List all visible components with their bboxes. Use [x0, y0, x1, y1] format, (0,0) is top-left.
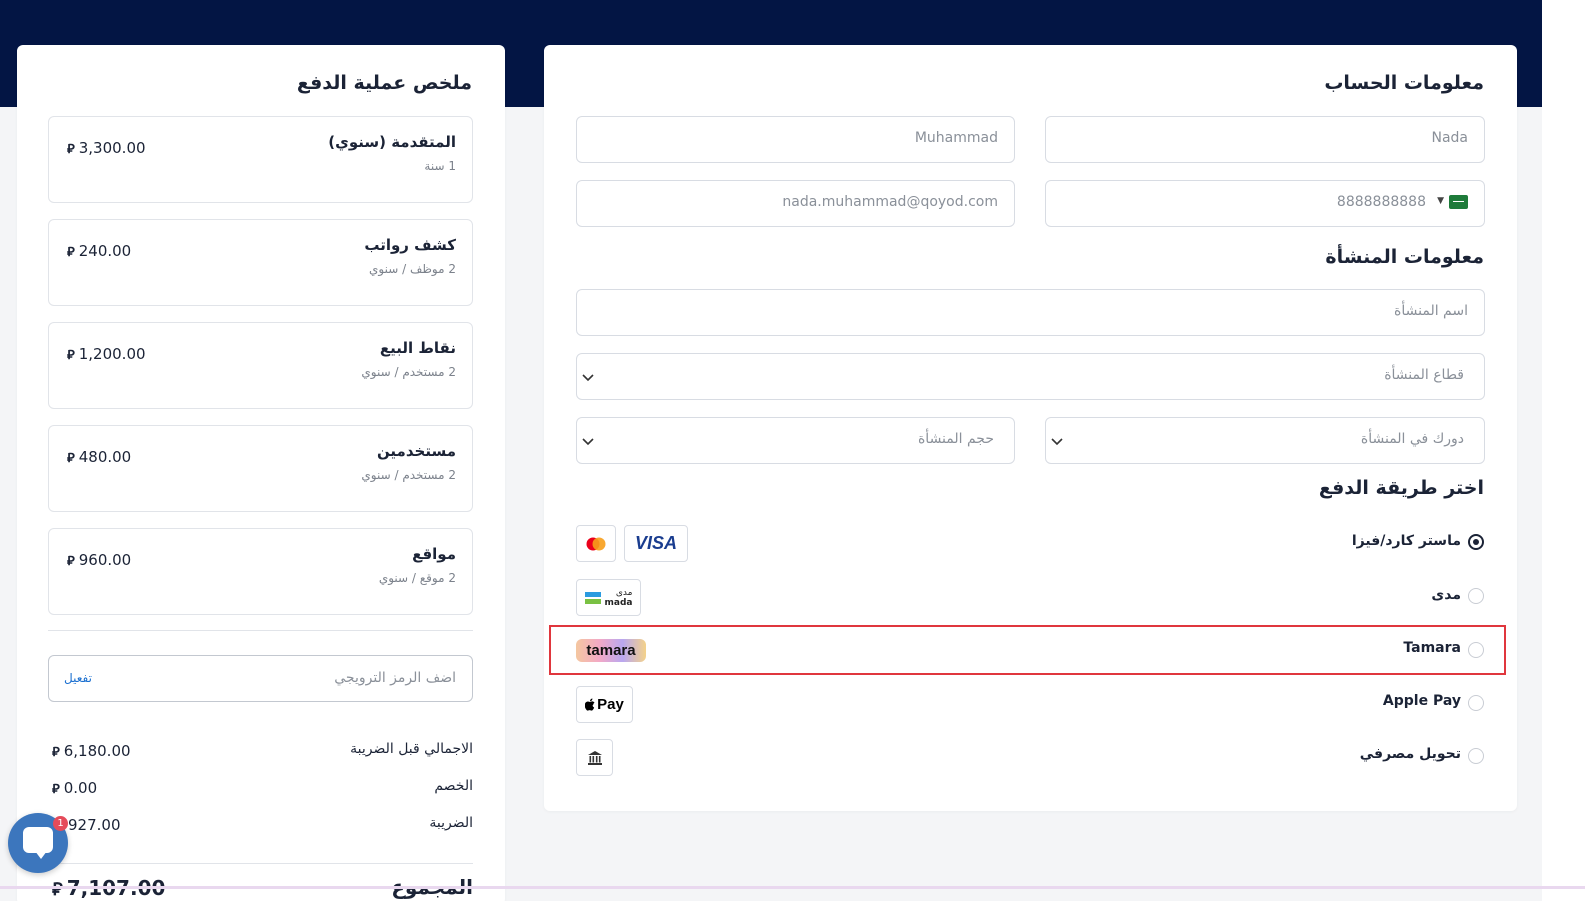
- organization-name-input[interactable]: اسم المنشأة: [576, 289, 1485, 336]
- riyal-icon: ⃁: [52, 745, 60, 760]
- role-placeholder: دورك في المنشأة: [1360, 431, 1464, 447]
- apple-pay-logo-badge: Pay: [576, 686, 633, 723]
- chevron-down-icon: [582, 438, 594, 446]
- tax-row: الضريبة 927.00: [48, 815, 473, 835]
- promo-apply-link[interactable]: تفعيل: [64, 671, 92, 685]
- summary-item-detail: 2 موظف / سنوي: [369, 262, 456, 276]
- discount-value: ⃁ 0.00: [52, 779, 98, 797]
- summary-item: نقاط البيع 2 مستخدم / سنوي ⃁ 1,200.00: [48, 322, 473, 409]
- first-name-input[interactable]: Nada: [1045, 116, 1485, 163]
- account-info-title: معلومات الحساب: [1324, 72, 1484, 94]
- organization-name-placeholder: اسم المنشأة: [1394, 303, 1468, 319]
- payment-radio-apple-pay[interactable]: [1468, 695, 1484, 711]
- tax-value: 927.00: [68, 816, 121, 834]
- summary-item: مستخدمين 2 مستخدم / سنوي ⃁ 480.00: [48, 425, 473, 512]
- mada-logo-badge: مدى mada: [576, 579, 641, 616]
- last-name-value: Muhammad: [914, 130, 998, 146]
- summary-item-name: المتقدمة (سنوي): [328, 133, 456, 151]
- visa-logo-badge: VISA: [624, 525, 688, 562]
- phone-value: 8888888888: [1336, 194, 1426, 210]
- riyal-icon: ⃁: [67, 348, 75, 363]
- chevron-down-icon: [1051, 438, 1063, 446]
- summary-item-price: ⃁ 960.00: [67, 551, 132, 569]
- promo-code-input[interactable]: اضف الرمز الترويجي تفعيل: [48, 655, 473, 702]
- summary-item-detail: 2 مستخدم / سنوي: [361, 468, 456, 482]
- summary-divider: [48, 863, 473, 864]
- summary-item-price: ⃁ 480.00: [67, 448, 132, 466]
- payment-label-mada[interactable]: مدى: [1431, 587, 1461, 603]
- subtotal-row: الاجمالي قبل الضريبة ⃁ 6,180.00: [48, 741, 473, 761]
- mastercard-logo-badge: [576, 525, 616, 562]
- riyal-icon: ⃁: [67, 245, 75, 260]
- promo-code-placeholder: اضف الرمز الترويجي: [334, 670, 456, 686]
- summary-item: كشف رواتب 2 موظف / سنوي ⃁ 240.00: [48, 219, 473, 306]
- organization-size-select[interactable]: حجم المنشأة: [576, 417, 1015, 464]
- bank-icon: [587, 750, 602, 765]
- riyal-icon: ⃁: [67, 451, 75, 466]
- discount-row: الخصم ⃁ 0.00: [48, 778, 473, 798]
- organization-info-title: معلومات المنشأة: [1325, 246, 1484, 268]
- email-value: nada.muhammad@qoyod.com: [782, 194, 998, 210]
- bank-transfer-badge: [576, 739, 613, 776]
- payment-label-bank-transfer[interactable]: تحويل مصرفي: [1360, 746, 1461, 762]
- subtotal-label: الاجمالي قبل الضريبة: [350, 741, 473, 757]
- payment-radio-bank-transfer[interactable]: [1468, 748, 1484, 764]
- summary-item-detail: 1 سنة: [424, 159, 456, 173]
- first-name-value: Nada: [1431, 130, 1468, 146]
- apple-icon: [585, 698, 595, 711]
- chat-bubble-icon: [23, 827, 53, 859]
- saudi-flag-icon[interactable]: [1449, 195, 1468, 209]
- tamara-highlight-box: [549, 625, 1506, 675]
- payment-radio-card[interactable]: [1468, 534, 1484, 550]
- scrollbar[interactable]: [1542, 0, 1585, 901]
- apple-pay-text: Pay: [597, 696, 624, 713]
- riyal-icon: ⃁: [52, 879, 63, 900]
- organization-size-placeholder: حجم المنشأة: [917, 431, 994, 447]
- organization-sector-select[interactable]: قطاع المنشأة: [576, 353, 1485, 400]
- organization-sector-placeholder: قطاع المنشأة: [1384, 367, 1464, 383]
- tamara-logo: tamara: [576, 639, 646, 662]
- summary-item-price: ⃁ 1,200.00: [67, 345, 146, 363]
- country-caret-icon[interactable]: ▼: [1437, 196, 1444, 206]
- discount-label: الخصم: [434, 778, 473, 794]
- payment-label-card[interactable]: ماستر كارد/فيزا: [1352, 533, 1461, 549]
- chevron-down-icon: [582, 374, 594, 382]
- summary-item-name: مواقع: [412, 545, 456, 563]
- last-name-input[interactable]: Muhammad: [576, 116, 1015, 163]
- summary-item-name: كشف رواتب: [364, 236, 456, 254]
- summary-item-price: ⃁ 240.00: [67, 242, 132, 260]
- summary-item: المتقدمة (سنوي) 1 سنة ⃁ 3,300.00: [48, 116, 473, 203]
- mastercard-icon: [586, 537, 606, 550]
- riyal-icon: ⃁: [52, 782, 60, 797]
- riyal-icon: ⃁: [67, 554, 75, 569]
- summary-item-name: نقاط البيع: [379, 339, 456, 357]
- email-input[interactable]: nada.muhammad@qoyod.com: [576, 180, 1015, 227]
- summary-item-detail: 2 موقع / سنوي: [378, 571, 456, 585]
- payment-radio-mada[interactable]: [1468, 588, 1484, 604]
- riyal-icon: ⃁: [67, 142, 75, 157]
- payment-label-apple-pay[interactable]: Apple Pay: [1383, 693, 1461, 709]
- phone-input[interactable]: ▼ 8888888888: [1045, 180, 1485, 227]
- summary-item: مواقع 2 موقع / سنوي ⃁ 960.00: [48, 528, 473, 615]
- subtotal-value: ⃁ 6,180.00: [52, 742, 131, 760]
- visa-icon: VISA: [634, 533, 677, 553]
- chat-unread-badge: 1: [53, 816, 68, 831]
- role-select[interactable]: دورك في المنشأة: [1045, 417, 1485, 464]
- tax-label: الضريبة: [429, 815, 473, 831]
- payment-method-title: اختر طريقة الدفع: [1318, 477, 1484, 499]
- summary-divider: [48, 630, 473, 631]
- payment-label-tamara[interactable]: Tamara: [1403, 640, 1461, 656]
- payment-radio-tamara[interactable]: [1468, 642, 1484, 658]
- summary-item-price: ⃁ 3,300.00: [67, 139, 146, 157]
- summary-item-name: مستخدمين: [376, 442, 456, 460]
- page-bottom-edge: [0, 886, 1585, 889]
- tamara-text: tamara: [586, 642, 636, 659]
- payment-summary-title: ملخص عملية الدفع: [296, 72, 472, 94]
- summary-item-detail: 2 مستخدم / سنوي: [361, 365, 456, 379]
- mada-icon: مدى mada: [584, 588, 632, 608]
